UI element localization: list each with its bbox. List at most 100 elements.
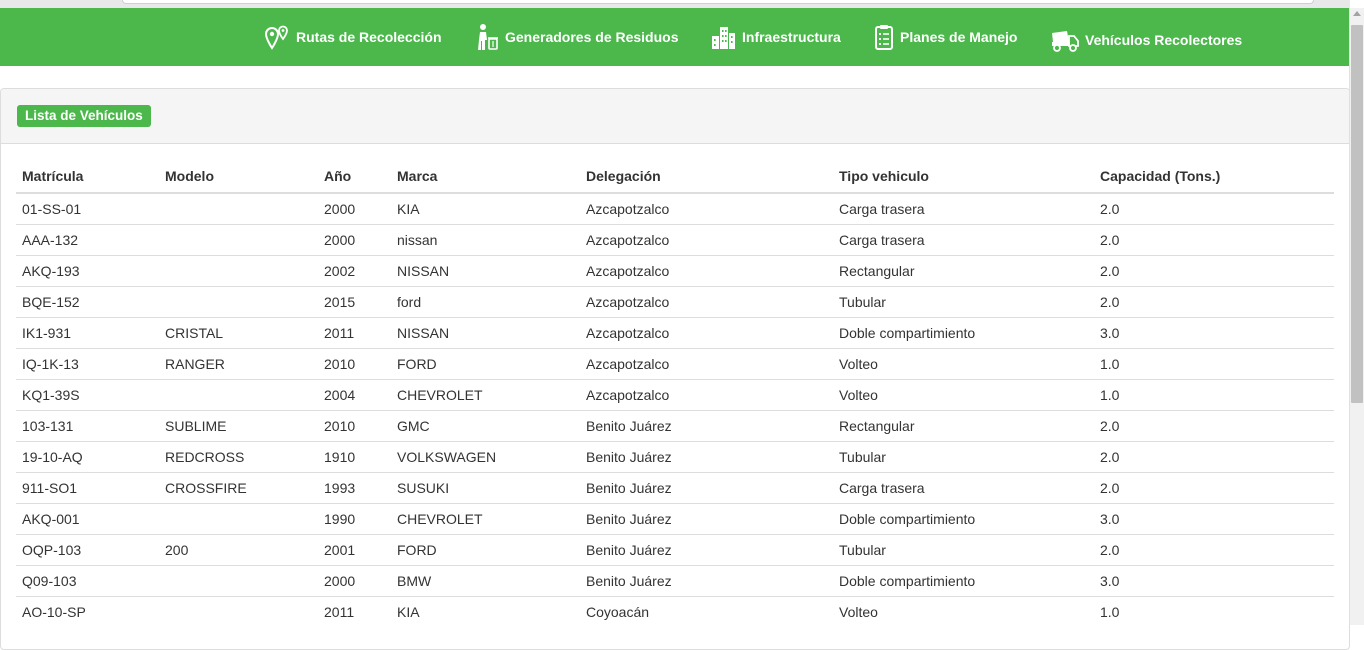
vehicles-panel: Lista de Vehículos Matrícula Modelo Año …	[0, 88, 1350, 650]
table-row[interactable]: OQP-103 200 2001 FORD Benito Juárez Tubular 2.…	[16, 534, 1334, 566]
table-cell: KIA	[391, 192, 580, 225]
table-row[interactable]: KQ1-39S 2004 CHEVROLET Azcapotzalco Volteo 1.…	[16, 379, 1334, 411]
table-cell: Tubular	[833, 534, 1094, 566]
column-header[interactable]: Matrícula	[16, 160, 159, 194]
table-cell: Tubular	[833, 441, 1094, 473]
table-cell: SUBLIME	[159, 410, 318, 442]
table-cell: FORD	[391, 534, 580, 566]
table-cell: 2.0	[1094, 192, 1334, 225]
table-row[interactable]: AO-10-SP 2011 KIA Coyoacán Volteo 1.0	[16, 596, 1334, 627]
panel-title-badge: Lista de Vehículos	[17, 105, 151, 127]
table-row[interactable]: 01-SS-01 2000 KIA Azcapotzalco Carga trasera…	[16, 192, 1334, 225]
table-cell: 1993	[318, 472, 391, 504]
table-cell: Azcapotzalco	[580, 224, 833, 256]
table-cell: 1.0	[1094, 348, 1334, 380]
table-cell: Azcapotzalco	[580, 255, 833, 287]
table-cell: Benito Juárez	[580, 565, 833, 597]
table-row[interactable]: Q09-103 2000 BMW Benito Juárez Doble compart…	[16, 565, 1334, 597]
column-header[interactable]: Año	[318, 160, 391, 194]
table-body: 01-SS-01 2000 KIA Azcapotzalco Carga trasera…	[16, 192, 1334, 627]
nav-label: Vehículos Recolectores	[1085, 32, 1243, 48]
table-cell: VOLKSWAGEN	[391, 441, 580, 473]
table-cell: Carga trasera	[833, 472, 1094, 504]
table-cell: Doble compartimiento	[833, 565, 1094, 597]
table-cell: BMW	[391, 565, 580, 597]
table-cell: 2015	[318, 286, 391, 318]
table-cell: Azcapotzalco	[580, 379, 833, 411]
clipboard-icon	[875, 25, 893, 50]
table-cell: AKQ-001	[16, 503, 159, 535]
table-row[interactable]: 911-SO1 CROSSFIRE 1993 SUSUKI Benito Juárez C…	[16, 472, 1334, 504]
table-row[interactable]: AKQ-193 2002 NISSAN Azcapotzalco Rectangular…	[16, 255, 1334, 287]
person-trash-icon	[478, 24, 498, 50]
table-cell: nissan	[391, 224, 580, 256]
table-cell: 19-10-AQ	[16, 441, 159, 473]
table-cell	[159, 565, 318, 597]
column-header[interactable]: Tipo vehiculo	[833, 160, 1094, 194]
table-cell: 3.0	[1094, 317, 1334, 349]
table-cell: 2.0	[1094, 255, 1334, 287]
table-cell: Coyoacán	[580, 596, 833, 627]
column-header[interactable]: Marca	[391, 160, 580, 194]
table-cell: AKQ-193	[16, 255, 159, 287]
table-cell: 2010	[318, 348, 391, 380]
table-cell: 2011	[318, 596, 391, 627]
nav-item-infraestructura[interactable]: Infraestructura	[710, 22, 841, 52]
table-cell: 2.0	[1094, 410, 1334, 442]
vehicles-table: Matrícula Modelo Año Marca Delegación Ti…	[16, 160, 1334, 627]
table-cell: 2010	[318, 410, 391, 442]
column-header[interactable]: Modelo	[159, 160, 318, 194]
table-cell: CROSSFIRE	[159, 472, 318, 504]
table-cell: Q09-103	[16, 565, 159, 597]
truck-icon	[1052, 31, 1079, 52]
table-cell: Azcapotzalco	[580, 192, 833, 225]
table-cell: 911-SO1	[16, 472, 159, 504]
nav-item-generadores[interactable]: Generadores de Residuos	[475, 22, 679, 52]
nav-item-rutas[interactable]: Rutas de Recolección	[264, 22, 442, 52]
table-row[interactable]: AKQ-001 1990 CHEVROLET Benito Juárez Doble c…	[16, 503, 1334, 535]
table-cell: Carga trasera	[833, 224, 1094, 256]
scroll-up-arrow-icon[interactable]	[1353, 11, 1361, 16]
table-cell: 1910	[318, 441, 391, 473]
table-cell: Benito Juárez	[580, 441, 833, 473]
table-cell: 2000	[318, 192, 391, 225]
scrollbar-thumb[interactable]	[1351, 25, 1363, 403]
nav-item-vehiculos[interactable]: Vehículos Recolectores	[1051, 25, 1242, 55]
table-cell: 01-SS-01	[16, 192, 159, 225]
table-cell: 2001	[318, 534, 391, 566]
nav-item-planes[interactable]: Planes de Manejo	[874, 22, 1017, 52]
table-cell: 103-131	[16, 410, 159, 442]
table-cell: GMC	[391, 410, 580, 442]
table-cell: Azcapotzalco	[580, 286, 833, 318]
table-cell: IQ-1K-13	[16, 348, 159, 380]
panel-heading: Lista de Vehículos	[1, 89, 1349, 144]
table-cell	[159, 255, 318, 287]
table-header-row: Matrícula Modelo Año Marca Delegación Ti…	[16, 160, 1334, 194]
table-cell: Volteo	[833, 379, 1094, 411]
table-row[interactable]: AAA-132 2000 nissan Azcapotzalco Carga trase…	[16, 224, 1334, 256]
table-cell: RANGER	[159, 348, 318, 380]
column-header[interactable]: Delegación	[580, 160, 833, 194]
table-cell: 2.0	[1094, 534, 1334, 566]
nav-label: Infraestructura	[742, 29, 841, 45]
table-cell: Azcapotzalco	[580, 317, 833, 349]
table-row[interactable]: IK1-931 CRISTAL 2011 NISSAN Azcapotzalco Dobl…	[16, 317, 1334, 349]
table-cell: 2.0	[1094, 224, 1334, 256]
table-cell: KQ1-39S	[16, 379, 159, 411]
vertical-scrollbar[interactable]	[1349, 8, 1364, 625]
column-header[interactable]: Capacidad (Tons.)	[1094, 160, 1334, 194]
table-cell	[159, 286, 318, 318]
table-cell: NISSAN	[391, 255, 580, 287]
table-cell: 1.0	[1094, 596, 1334, 627]
table-row[interactable]: BQE-152 2015 ford Azcapotzalco Tubular 2.0	[16, 286, 1334, 318]
table-cell: Benito Juárez	[580, 472, 833, 504]
table-row[interactable]: 19-10-AQ REDCROSS 1910 VOLKSWAGEN Benito Juá…	[16, 441, 1334, 473]
table-cell: CHEVROLET	[391, 379, 580, 411]
table-cell: 200	[159, 534, 318, 566]
top-navbar: Rutas de Recolección Generadores de Resi…	[0, 8, 1349, 66]
buildings-icon	[712, 27, 735, 49]
table-row[interactable]: IQ-1K-13 RANGER 2010 FORD Azcapotzalco Volteo…	[16, 348, 1334, 380]
table-cell: Volteo	[833, 348, 1094, 380]
table-row[interactable]: 103-131 SUBLIME 2010 GMC Benito Juárez Rectan…	[16, 410, 1334, 442]
table-cell: NISSAN	[391, 317, 580, 349]
